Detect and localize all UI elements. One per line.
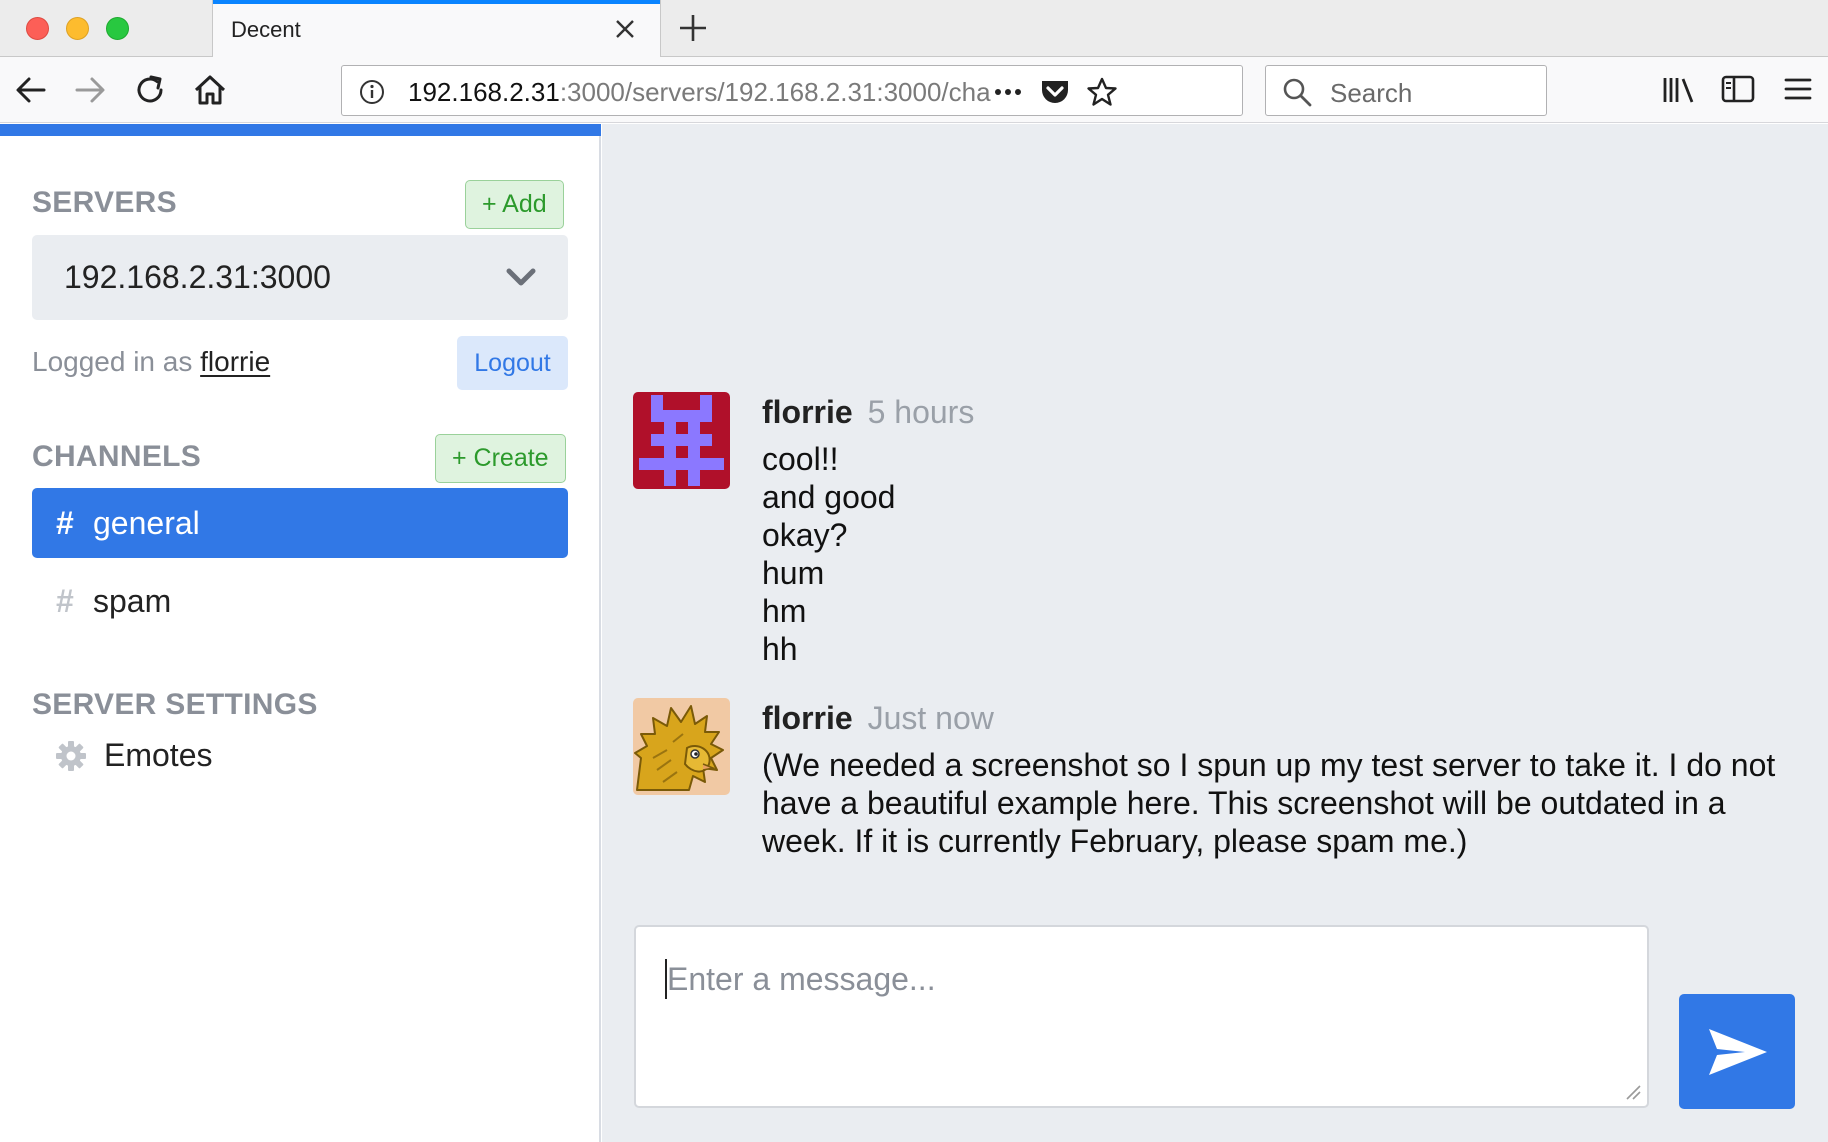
message-input-placeholder: Enter a message... — [667, 961, 936, 997]
channel-item-spam[interactable]: # spam — [32, 566, 568, 636]
close-window-button[interactable] — [26, 17, 49, 40]
logged-in-prefix: Logged in as — [32, 346, 193, 377]
message-text: and good — [762, 479, 896, 515]
tab-title: Decent — [231, 17, 301, 42]
message-input[interactable]: Enter a message... — [634, 925, 1649, 1108]
url-host: 192.168.2.31 — [408, 77, 560, 107]
browser-tab-bar: Decent — [0, 0, 1828, 58]
chat-area: florrie 5 hours cool!! and good okay? hu… — [602, 124, 1828, 1142]
library-icon[interactable] — [1661, 70, 1697, 108]
channel-name: general — [93, 505, 200, 541]
pixel-identicon-avatar — [633, 392, 730, 489]
message-header: florrie 5 hours — [762, 394, 974, 431]
sidebar: SERVERS + Add 192.168.2.31:3000 Logged i… — [0, 136, 601, 1142]
send-paper-plane-icon — [1709, 1029, 1767, 1075]
info-icon[interactable] — [358, 78, 386, 106]
message-text: (We needed a screenshot so I spun up my … — [762, 747, 1776, 859]
message-timestamp: Just now — [867, 700, 994, 736]
chevron-down-icon — [506, 268, 536, 286]
search-icon — [1283, 78, 1312, 107]
search-bar[interactable]: Search — [1265, 65, 1547, 116]
channel-item-general[interactable]: # general — [32, 488, 568, 558]
back-arrow-icon[interactable] — [12, 71, 50, 109]
porcupine-drawing-avatar — [633, 698, 730, 795]
url-bar[interactable]: 192.168.2.31:3000/servers/192.168.2.31:3… — [341, 65, 1243, 116]
message-author[interactable]: florrie — [762, 394, 853, 430]
channel-hash-icon: # — [56, 583, 74, 619]
forward-arrow-icon[interactable] — [71, 71, 109, 109]
selected-server: 192.168.2.31:3000 — [64, 259, 331, 295]
create-channel-button[interactable]: + Create — [435, 434, 566, 483]
server-dropdown[interactable]: 192.168.2.31:3000 — [32, 235, 568, 320]
settings-item-label: Emotes — [104, 737, 213, 773]
message-text: hm — [762, 593, 807, 629]
browser-tab[interactable]: Decent — [212, 0, 661, 58]
pocket-icon[interactable] — [1039, 76, 1071, 108]
add-server-button[interactable]: + Add — [465, 180, 564, 229]
zoom-window-button[interactable] — [106, 17, 129, 40]
avatar[interactable] — [633, 392, 730, 489]
message-author[interactable]: florrie — [762, 700, 853, 736]
gear-icon — [56, 741, 86, 771]
reload-icon[interactable] — [131, 71, 169, 109]
server-settings-heading: SERVER SETTINGS — [32, 688, 318, 721]
decent-app: SERVERS + Add 192.168.2.31:3000 Logged i… — [0, 124, 1828, 1142]
more-dots-icon[interactable] — [992, 76, 1024, 108]
url-path: :3000/servers/192.168.2.31:3000/cha — [559, 77, 991, 107]
star-icon[interactable] — [1086, 76, 1118, 108]
new-tab-icon[interactable] — [676, 11, 710, 45]
browser-nav-bar: 192.168.2.31:3000/servers/192.168.2.31:3… — [0, 57, 1828, 123]
close-tab-icon[interactable] — [610, 14, 640, 44]
message-header: florrie Just now — [762, 700, 994, 737]
message-text: okay? — [762, 517, 848, 553]
channels-heading: CHANNELS — [32, 440, 202, 473]
hamburger-menu-icon[interactable] — [1780, 70, 1816, 108]
active-tab-indicator — [213, 0, 660, 4]
message-timestamp: 5 hours — [867, 394, 975, 430]
message-body: cool!! and good okay? hum hm hh — [762, 440, 1802, 668]
search-placeholder: Search — [1330, 78, 1413, 108]
url-text[interactable]: 192.168.2.31:3000/servers/192.168.2.31:3… — [408, 77, 1048, 108]
channel-name: spam — [93, 583, 172, 619]
servers-heading: SERVERS — [32, 186, 177, 219]
avatar[interactable] — [633, 698, 730, 795]
minimize-window-button[interactable] — [66, 17, 89, 40]
sidebar-icon[interactable] — [1720, 70, 1756, 108]
loading-bar — [0, 124, 601, 136]
message-text: hh — [762, 631, 798, 667]
logged-in-username[interactable]: florrie — [200, 346, 270, 377]
logged-in-status: Logged in as florrie — [32, 346, 270, 378]
message-body: (We needed a screenshot so I spun up my … — [762, 746, 1802, 860]
message-text: cool!! — [762, 441, 839, 477]
home-icon[interactable] — [191, 71, 229, 109]
channel-hash-icon: # — [56, 505, 74, 541]
send-button[interactable] — [1679, 994, 1795, 1109]
logout-button[interactable]: Logout — [457, 336, 568, 390]
message-text: hum — [762, 555, 825, 591]
resize-grip-icon[interactable] — [1623, 1082, 1641, 1100]
